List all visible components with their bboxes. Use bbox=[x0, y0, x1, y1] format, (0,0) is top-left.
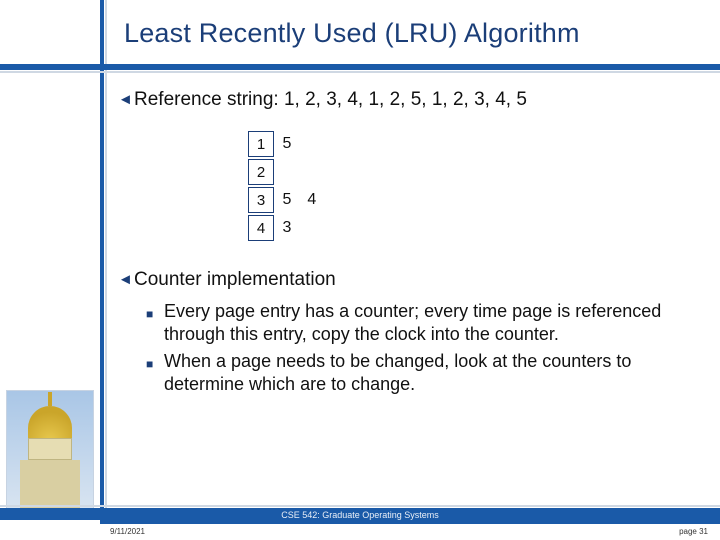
frame-beside: 5 bbox=[283, 135, 292, 153]
frame-beside-val: 5 bbox=[283, 191, 292, 209]
dome-base bbox=[20, 460, 80, 510]
slide: Least Recently Used (LRU) Algorithm ◄ Re… bbox=[0, 0, 720, 540]
frame-beside-val: 4 bbox=[307, 191, 316, 209]
header-bar-shadow bbox=[0, 71, 720, 73]
frame-cell: 2 bbox=[248, 159, 274, 185]
frame-beside: 3 bbox=[283, 219, 292, 237]
dome-image bbox=[6, 390, 94, 510]
frame-row: 4 3 bbox=[248, 214, 698, 242]
dome-drum bbox=[28, 438, 72, 460]
frame-row: 2 bbox=[248, 158, 698, 186]
sub-bullet-text: Every page entry has a counter; every ti… bbox=[164, 300, 698, 346]
header-bar bbox=[0, 64, 720, 70]
sub-bullet-marker-icon: ■ bbox=[146, 350, 164, 376]
frame-table: 1 5 2 3 5 4 4 3 bbox=[248, 130, 698, 242]
content: ◄ Reference string: 1, 2, 3, 4, 1, 2, 5,… bbox=[118, 88, 698, 400]
sub-bullet-marker-icon: ■ bbox=[146, 300, 164, 326]
bullet-ref-string: ◄ Reference string: 1, 2, 3, 4, 1, 2, 5,… bbox=[118, 88, 698, 112]
footer-bar-shadow bbox=[0, 505, 720, 507]
frame-cell: 3 bbox=[248, 187, 274, 213]
footer-leftcover bbox=[0, 520, 100, 540]
footer-course: CSE 542: Graduate Operating Systems bbox=[0, 510, 720, 520]
sub-bullet: ■ When a page needs to be changed, look … bbox=[146, 350, 698, 396]
footer-strip bbox=[0, 524, 720, 540]
frame-beside: 5 4 bbox=[283, 191, 317, 209]
rail-bar bbox=[100, 0, 104, 540]
frame-row: 1 5 bbox=[248, 130, 698, 158]
bullet-marker-icon: ◄ bbox=[118, 88, 134, 112]
sub-bullet-text: When a page needs to be changed, look at… bbox=[164, 350, 698, 396]
frame-beside-val: 3 bbox=[283, 219, 292, 237]
ref-string-text: Reference string: 1, 2, 3, 4, 1, 2, 5, 1… bbox=[134, 88, 698, 112]
dome-spire bbox=[48, 392, 52, 406]
sub-bullet: ■ Every page entry has a counter; every … bbox=[146, 300, 698, 346]
sub-bullets: ■ Every page entry has a counter; every … bbox=[118, 300, 698, 396]
rail-bar-inner bbox=[105, 0, 107, 540]
page-title: Least Recently Used (LRU) Algorithm bbox=[124, 18, 580, 49]
bullet-marker-icon: ◄ bbox=[118, 268, 134, 292]
footer-page: page 31 bbox=[679, 527, 708, 536]
footer-date: 9/11/2021 bbox=[110, 527, 145, 536]
frame-row: 3 5 4 bbox=[248, 186, 698, 214]
frame-cell: 1 bbox=[248, 131, 274, 157]
bullet-counter-impl: ◄ Counter implementation bbox=[118, 268, 698, 292]
frame-cell: 4 bbox=[248, 215, 274, 241]
frame-beside-val: 5 bbox=[283, 135, 292, 153]
counter-heading: Counter implementation bbox=[134, 268, 698, 292]
